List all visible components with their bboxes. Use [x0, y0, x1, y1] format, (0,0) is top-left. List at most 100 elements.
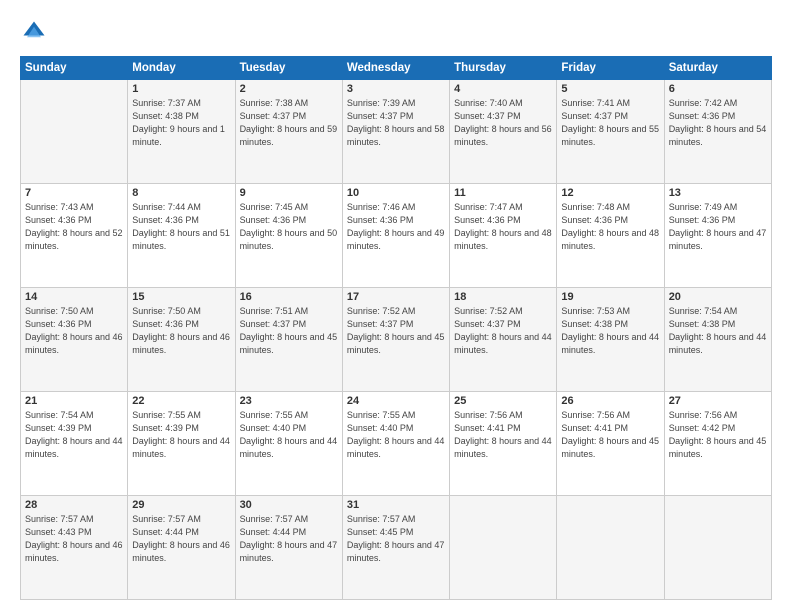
- calendar-cell: 25 Sunrise: 7:56 AMSunset: 4:41 PMDayligh…: [450, 392, 557, 496]
- day-info: Sunrise: 7:55 AMSunset: 4:39 PMDaylight:…: [132, 409, 230, 461]
- header-day-thursday: Thursday: [450, 57, 557, 80]
- header-day-wednesday: Wednesday: [342, 57, 449, 80]
- day-number: 4: [454, 83, 552, 95]
- week-row-4: 21 Sunrise: 7:54 AMSunset: 4:39 PMDayligh…: [21, 392, 772, 496]
- day-info: Sunrise: 7:43 AMSunset: 4:36 PMDaylight:…: [25, 201, 123, 253]
- header-day-friday: Friday: [557, 57, 664, 80]
- day-info: Sunrise: 7:50 AMSunset: 4:36 PMDaylight:…: [132, 305, 230, 357]
- header-day-saturday: Saturday: [664, 57, 771, 80]
- day-number: 14: [25, 291, 123, 303]
- day-info: Sunrise: 7:48 AMSunset: 4:36 PMDaylight:…: [561, 201, 659, 253]
- day-number: 9: [240, 187, 338, 199]
- calendar-cell: [21, 80, 128, 184]
- calendar-cell: 7 Sunrise: 7:43 AMSunset: 4:36 PMDaylight…: [21, 184, 128, 288]
- day-info: Sunrise: 7:37 AMSunset: 4:38 PMDaylight:…: [132, 97, 230, 149]
- logo-icon: [20, 18, 48, 46]
- calendar-cell: 23Sunrise: 7:55 AMSunset: 4:40 PMDayligh…: [235, 392, 342, 496]
- day-info: Sunrise: 7:38 AMSunset: 4:37 PMDaylight:…: [240, 97, 338, 149]
- calendar-cell: 16Sunrise: 7:51 AMSunset: 4:37 PMDayligh…: [235, 288, 342, 392]
- calendar-cell: 20 Sunrise: 7:54 AMSunset: 4:38 PMDayligh…: [664, 288, 771, 392]
- calendar-cell: 3Sunrise: 7:39 AMSunset: 4:37 PMDaylight…: [342, 80, 449, 184]
- day-number: 28: [25, 499, 123, 511]
- calendar-cell: 22 Sunrise: 7:55 AMSunset: 4:39 PMDayligh…: [128, 392, 235, 496]
- day-number: 26: [561, 395, 659, 407]
- week-row-1: 1 Sunrise: 7:37 AMSunset: 4:38 PMDaylight…: [21, 80, 772, 184]
- day-number: 5: [561, 83, 659, 95]
- day-number: 10: [347, 187, 445, 199]
- calendar-cell: 12 Sunrise: 7:48 AMSunset: 4:36 PMDayligh…: [557, 184, 664, 288]
- day-number: 2: [240, 83, 338, 95]
- calendar-body: 1 Sunrise: 7:37 AMSunset: 4:38 PMDaylight…: [21, 80, 772, 600]
- day-number: 6: [669, 83, 767, 95]
- day-number: 11: [454, 187, 552, 199]
- day-info: Sunrise: 7:45 AMSunset: 4:36 PMDaylight:…: [240, 201, 338, 253]
- calendar-cell: 21 Sunrise: 7:54 AMSunset: 4:39 PMDayligh…: [21, 392, 128, 496]
- calendar-cell: 26 Sunrise: 7:56 AMSunset: 4:41 PMDayligh…: [557, 392, 664, 496]
- calendar-cell: 10 Sunrise: 7:46 AMSunset: 4:36 PMDayligh…: [342, 184, 449, 288]
- calendar-cell: 31 Sunrise: 7:57 AMSunset: 4:45 PMDayligh…: [342, 496, 449, 600]
- day-number: 18: [454, 291, 552, 303]
- week-row-5: 28 Sunrise: 7:57 AMSunset: 4:43 PMDayligh…: [21, 496, 772, 600]
- day-info: Sunrise: 7:52 AMSunset: 4:37 PMDaylight:…: [454, 305, 552, 357]
- calendar-cell: 17 Sunrise: 7:52 AMSunset: 4:37 PMDayligh…: [342, 288, 449, 392]
- day-number: 7: [25, 187, 123, 199]
- day-info: Sunrise: 7:56 AMSunset: 4:41 PMDaylight:…: [561, 409, 659, 461]
- calendar-cell: 13Sunrise: 7:49 AMSunset: 4:36 PMDayligh…: [664, 184, 771, 288]
- day-info: Sunrise: 7:57 AMSunset: 4:45 PMDaylight:…: [347, 513, 445, 565]
- day-info: Sunrise: 7:42 AMSunset: 4:36 PMDaylight:…: [669, 97, 767, 149]
- day-info: Sunrise: 7:57 AMSunset: 4:44 PMDaylight:…: [240, 513, 338, 565]
- header-row: SundayMondayTuesdayWednesdayThursdayFrid…: [21, 57, 772, 80]
- day-info: Sunrise: 7:56 AMSunset: 4:41 PMDaylight:…: [454, 409, 552, 461]
- day-number: 25: [454, 395, 552, 407]
- day-number: 20: [669, 291, 767, 303]
- header-day-monday: Monday: [128, 57, 235, 80]
- day-info: Sunrise: 7:57 AMSunset: 4:43 PMDaylight:…: [25, 513, 123, 565]
- calendar-cell: [557, 496, 664, 600]
- calendar-cell: 6 Sunrise: 7:42 AMSunset: 4:36 PMDaylight…: [664, 80, 771, 184]
- day-info: Sunrise: 7:57 AMSunset: 4:44 PMDaylight:…: [132, 513, 230, 565]
- calendar-cell: [450, 496, 557, 600]
- calendar-cell: 2 Sunrise: 7:38 AMSunset: 4:37 PMDaylight…: [235, 80, 342, 184]
- calendar-cell: 29Sunrise: 7:57 AMSunset: 4:44 PMDayligh…: [128, 496, 235, 600]
- day-number: 8: [132, 187, 230, 199]
- day-number: 31: [347, 499, 445, 511]
- calendar-cell: 19Sunrise: 7:53 AMSunset: 4:38 PMDayligh…: [557, 288, 664, 392]
- calendar-table: SundayMondayTuesdayWednesdayThursdayFrid…: [20, 56, 772, 600]
- day-number: 13: [669, 187, 767, 199]
- day-info: Sunrise: 7:44 AMSunset: 4:36 PMDaylight:…: [132, 201, 230, 253]
- header-day-sunday: Sunday: [21, 57, 128, 80]
- day-number: 23: [240, 395, 338, 407]
- calendar-cell: 11 Sunrise: 7:47 AMSunset: 4:36 PMDayligh…: [450, 184, 557, 288]
- header: [20, 18, 772, 46]
- day-number: 24: [347, 395, 445, 407]
- week-row-2: 7 Sunrise: 7:43 AMSunset: 4:36 PMDaylight…: [21, 184, 772, 288]
- calendar-cell: 24Sunrise: 7:55 AMSunset: 4:40 PMDayligh…: [342, 392, 449, 496]
- day-info: Sunrise: 7:56 AMSunset: 4:42 PMDaylight:…: [669, 409, 767, 461]
- day-number: 1: [132, 83, 230, 95]
- day-number: 17: [347, 291, 445, 303]
- day-number: 12: [561, 187, 659, 199]
- day-info: Sunrise: 7:50 AMSunset: 4:36 PMDaylight:…: [25, 305, 123, 357]
- day-info: Sunrise: 7:54 AMSunset: 4:39 PMDaylight:…: [25, 409, 123, 461]
- day-number: 30: [240, 499, 338, 511]
- day-info: Sunrise: 7:46 AMSunset: 4:36 PMDaylight:…: [347, 201, 445, 253]
- day-number: 21: [25, 395, 123, 407]
- calendar-cell: [664, 496, 771, 600]
- calendar-cell: 1 Sunrise: 7:37 AMSunset: 4:38 PMDaylight…: [128, 80, 235, 184]
- calendar-cell: 14 Sunrise: 7:50 AMSunset: 4:36 PMDayligh…: [21, 288, 128, 392]
- day-number: 22: [132, 395, 230, 407]
- day-info: Sunrise: 7:52 AMSunset: 4:37 PMDaylight:…: [347, 305, 445, 357]
- calendar-header: SundayMondayTuesdayWednesdayThursdayFrid…: [21, 57, 772, 80]
- day-number: 19: [561, 291, 659, 303]
- calendar-cell: 4Sunrise: 7:40 AMSunset: 4:37 PMDaylight…: [450, 80, 557, 184]
- day-info: Sunrise: 7:39 AMSunset: 4:37 PMDaylight:…: [347, 97, 445, 149]
- day-info: Sunrise: 7:41 AMSunset: 4:37 PMDaylight:…: [561, 97, 659, 149]
- day-info: Sunrise: 7:54 AMSunset: 4:38 PMDaylight:…: [669, 305, 767, 357]
- calendar-cell: 5 Sunrise: 7:41 AMSunset: 4:37 PMDaylight…: [557, 80, 664, 184]
- day-info: Sunrise: 7:47 AMSunset: 4:36 PMDaylight:…: [454, 201, 552, 253]
- header-day-tuesday: Tuesday: [235, 57, 342, 80]
- day-info: Sunrise: 7:51 AMSunset: 4:37 PMDaylight:…: [240, 305, 338, 357]
- calendar-cell: 8 Sunrise: 7:44 AMSunset: 4:36 PMDaylight…: [128, 184, 235, 288]
- logo: [20, 18, 52, 46]
- page: SundayMondayTuesdayWednesdayThursdayFrid…: [0, 0, 792, 612]
